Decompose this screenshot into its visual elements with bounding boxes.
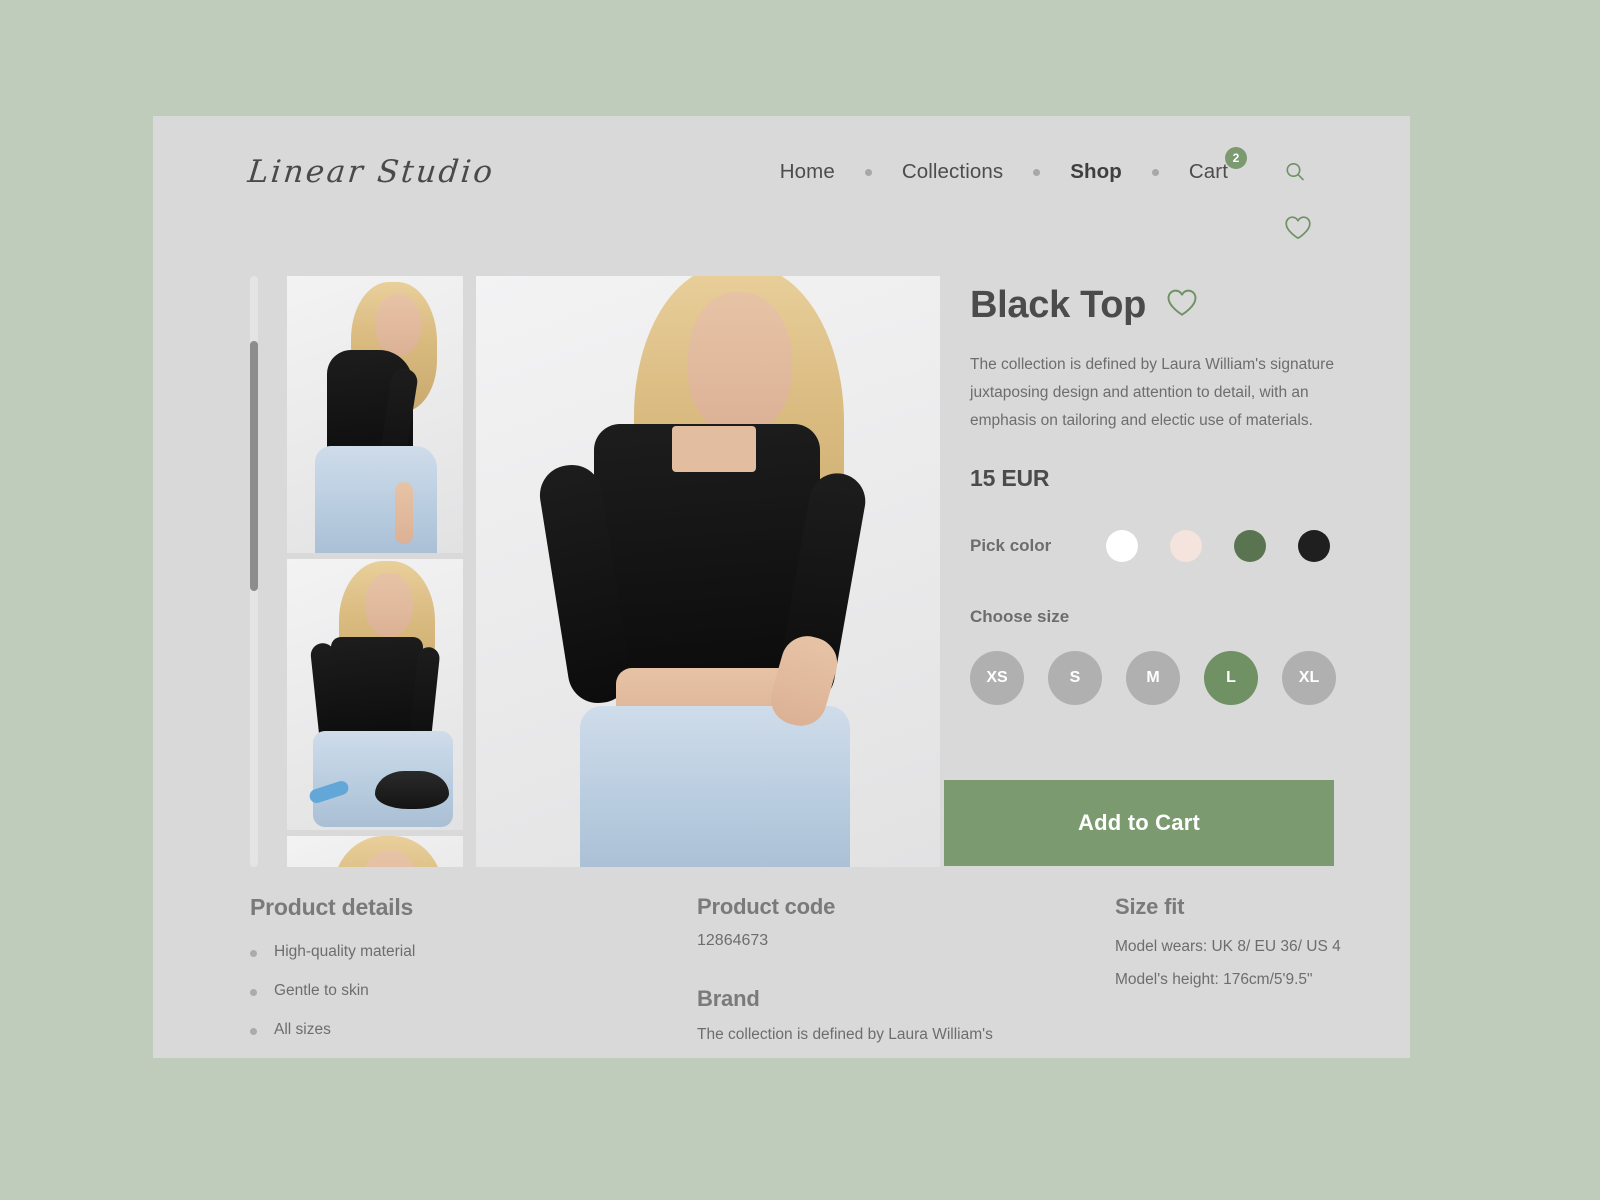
nav-item-home[interactable]: Home [780, 160, 835, 184]
color-picker-label: Pick color [970, 536, 1052, 555]
gallery-scrollbar[interactable] [250, 276, 258, 867]
size-fit-section: Size fit Model wears: UK 8/ EU 36/ US 4 … [1115, 894, 1395, 989]
decor-jeans [315, 446, 437, 553]
main-navigation: Home Collections Shop Cart 2 [780, 147, 1307, 184]
nav-separator-dot [1033, 168, 1041, 176]
nav-separator-dot [864, 168, 872, 176]
size-option-m[interactable]: M [1126, 651, 1180, 705]
color-swatch-blush[interactable] [1170, 530, 1202, 562]
size-fit-heading: Size fit [1115, 894, 1185, 919]
size-option-xl[interactable]: XL [1282, 651, 1336, 705]
list-item: All sizes [250, 1021, 630, 1039]
gallery-thumbnail[interactable] [287, 276, 463, 553]
gallery-thumbnail-list [287, 276, 463, 867]
product-gallery [250, 276, 943, 867]
color-picker: Pick color [970, 530, 1370, 562]
gallery-thumbnail[interactable] [287, 559, 463, 830]
wishlist-icon[interactable] [1284, 215, 1312, 246]
nav-item-shop[interactable]: Shop [1070, 160, 1122, 184]
product-detail-columns: Product details High-quality material Ge… [153, 894, 1410, 1058]
nav-item-cart[interactable]: Cart 2 [1188, 147, 1247, 184]
decor-neckline [672, 426, 756, 472]
size-picker: XS S M L XL [970, 651, 1370, 705]
brand-logo[interactable]: Linear Studio [246, 154, 496, 190]
brand-description: The collection is defined by Laura Willi… [697, 1026, 993, 1043]
size-option-s[interactable]: S [1048, 651, 1102, 705]
brand-heading: Brand [697, 986, 760, 1011]
product-details-list: High-quality material Gentle to skin All… [250, 943, 630, 1039]
decor-black-top [331, 637, 423, 741]
decor-jeans [580, 706, 850, 867]
decor-clutch-bag [375, 771, 449, 809]
list-item: High-quality material [250, 943, 630, 961]
nav-item-cart-label: Cart [1188, 160, 1228, 183]
main-product-image[interactable] [476, 276, 940, 867]
page-title: Black Top [970, 284, 1147, 326]
size-picker-label: Choose size [970, 607, 1070, 626]
product-details-heading: Product details [250, 894, 414, 920]
product-price: 15 EUR [970, 465, 1050, 491]
nav-item-collections[interactable]: Collections [902, 160, 1003, 184]
decor-face [365, 573, 413, 637]
list-item: Gentle to skin [250, 982, 630, 1000]
decor-arm [395, 482, 413, 544]
product-description: The collection is defined by Laura Willi… [970, 356, 1334, 429]
color-swatch-green[interactable] [1234, 530, 1266, 562]
model-height-text: Model's height: 176cm/5'9.5" [1115, 971, 1313, 988]
decor-face [375, 294, 421, 356]
product-code-value: 12864673 [697, 932, 769, 949]
model-wears-text: Model wears: UK 8/ EU 36/ US 4 [1115, 938, 1341, 955]
site-header: Linear Studio Home Collections Shop Cart… [153, 116, 1410, 256]
cart-count-badge: 2 [1225, 147, 1247, 169]
product-title-row: Black Top [970, 286, 1370, 324]
product-code-heading: Product code [697, 894, 836, 919]
favorite-heart-icon[interactable] [1166, 288, 1198, 323]
color-swatch-black[interactable] [1298, 530, 1330, 562]
add-to-cart-button[interactable]: Add to Cart [944, 780, 1334, 866]
gallery-scrollbar-thumb[interactable] [250, 341, 258, 591]
color-swatch-list [1106, 530, 1330, 562]
decor-face [688, 292, 792, 434]
product-code-section: Product code 12864673 Brand The collecti… [697, 894, 1097, 1044]
page-card: Linear Studio Home Collections Shop Cart… [153, 116, 1410, 1058]
gallery-thumbnail[interactable] [287, 836, 463, 867]
search-icon[interactable] [1283, 160, 1307, 184]
nav-separator-dot [1151, 168, 1159, 176]
product-info-panel: Black Top The collection is defined by L… [970, 286, 1370, 705]
size-option-xs[interactable]: XS [970, 651, 1024, 705]
size-option-l[interactable]: L [1204, 651, 1258, 705]
color-swatch-white[interactable] [1106, 530, 1138, 562]
product-details-section: Product details High-quality material Ge… [250, 894, 630, 1058]
